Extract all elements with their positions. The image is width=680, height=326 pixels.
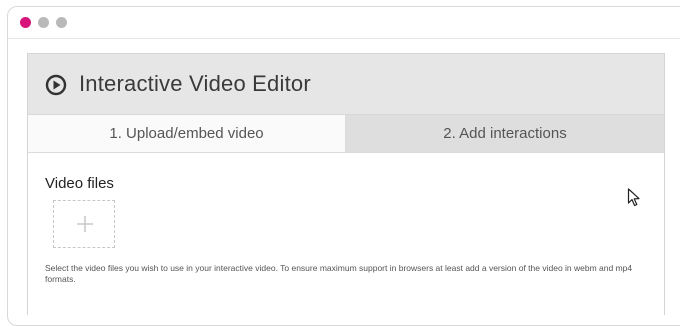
maximize-window-button[interactable]	[56, 17, 67, 28]
window-titlebar	[8, 7, 680, 39]
video-files-label: Video files	[45, 175, 114, 192]
play-circle-icon	[45, 74, 67, 96]
editor-header: Interactive Video Editor	[28, 54, 664, 115]
video-files-help-text: Select the video files you wish to use i…	[45, 263, 633, 284]
plus-icon	[77, 216, 93, 232]
minimize-window-button[interactable]	[38, 17, 49, 28]
editor-title: Interactive Video Editor	[79, 71, 311, 96]
tab-label: 2. Add interactions	[443, 125, 567, 142]
editor-tabs: 1. Upload/embed video 2. Add interaction…	[28, 115, 664, 153]
interactive-video-editor: Interactive Video Editor 1. Upload/embed…	[27, 53, 665, 315]
tab-add-interactions[interactable]: 2. Add interactions	[346, 115, 664, 152]
add-video-file-button[interactable]	[53, 200, 115, 248]
tab-upload-embed-video[interactable]: 1. Upload/embed video	[28, 115, 346, 152]
mouse-pointer-icon	[627, 188, 640, 207]
tab-label: 1. Upload/embed video	[109, 125, 264, 142]
upload-panel: Video files Select the video files you w…	[28, 153, 664, 315]
close-window-button[interactable]	[20, 17, 31, 28]
